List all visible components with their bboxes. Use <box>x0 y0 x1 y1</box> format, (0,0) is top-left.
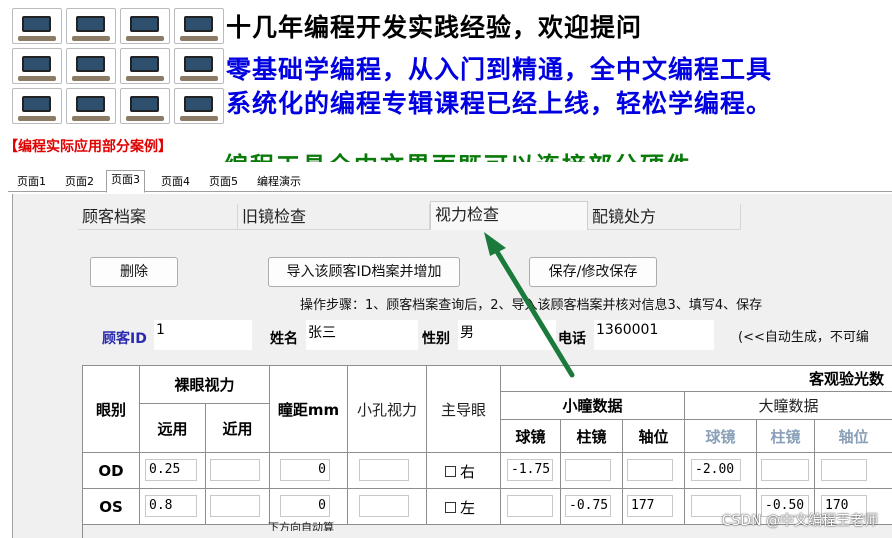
header-small-sph: 球镜 <box>501 420 561 453</box>
od-far-input[interactable]: 0.25 <box>145 459 197 481</box>
case-thumbnail <box>66 88 116 124</box>
phone-field[interactable]: 1360001 <box>594 320 714 350</box>
header-small-cyl: 柱镜 <box>561 420 623 453</box>
header-small-pupil: 小瞳数据 <box>501 392 685 420</box>
tab-demo[interactable]: 编程演示 <box>252 172 306 192</box>
operation-steps: 操作步骤：1、顾客档案查询后，2、导入该顾客档案并核对信息3、填写4、保存 <box>300 298 763 313</box>
watermark: CSDN @中文编程王老师 <box>721 513 878 529</box>
tab-page5[interactable]: 页面5 <box>204 172 243 192</box>
header-objective-refraction: 客观验光数 <box>501 366 892 392</box>
case-thumbnail <box>66 48 116 84</box>
header-small-axis: 轴位 <box>623 420 685 453</box>
case-thumbnail <box>66 8 116 44</box>
od-small-axis-input[interactable] <box>627 459 673 481</box>
gender-field[interactable]: 男 <box>458 320 556 350</box>
case-thumbnail <box>174 88 224 124</box>
od-large-cyl-input[interactable] <box>761 459 809 481</box>
od-large-axis-input[interactable] <box>821 459 867 481</box>
header-pd: 瞳距mm <box>270 366 348 453</box>
customer-id-field[interactable]: 1 <box>154 320 252 350</box>
header-large-cyl: 柱镜 <box>757 420 815 453</box>
header-large-pupil: 大瞳数据 <box>685 392 892 420</box>
case-thumbnail <box>12 88 62 124</box>
case-thumbnail <box>120 8 170 44</box>
green-scroll-text: 编程工具全中文界面既可以连接部分硬件 <box>224 148 824 162</box>
header-near: 近用 <box>206 404 270 453</box>
case-thumbnail <box>174 48 224 84</box>
od-dominant-checkbox[interactable]: 右 <box>445 461 475 482</box>
os-near-input[interactable] <box>210 495 260 517</box>
case-thumbnail <box>174 8 224 44</box>
od-large-sph-input[interactable]: -2.00 <box>691 459 741 481</box>
tab-old-glasses[interactable]: 旧镜检查 <box>238 204 430 230</box>
checkbox-icon <box>445 466 456 477</box>
gender-label: 性别 <box>422 331 450 347</box>
save-button[interactable]: 保存/修改保存 <box>529 257 657 287</box>
tab-prescription[interactable]: 配镜处方 <box>588 204 741 230</box>
case-thumbnails <box>12 8 224 126</box>
os-small-axis-input[interactable]: 177 <box>627 495 673 517</box>
case-thumbnail <box>12 8 62 44</box>
tab-vision-test[interactable]: 视力检查 <box>430 201 588 230</box>
row-os-eye: OS <box>83 489 140 525</box>
row-od-eye: OD <box>83 453 140 489</box>
tab-page2[interactable]: 页面2 <box>60 172 99 192</box>
case-caption: 【编程实际应用部分案例】 <box>4 139 172 155</box>
os-small-cyl-input[interactable]: -0.75 <box>565 495 611 517</box>
name-field[interactable]: 张三 <box>306 320 418 350</box>
header-pinhole: 小孔视力 <box>348 366 427 453</box>
name-label: 姓名 <box>270 331 298 347</box>
tab-customer-file[interactable]: 顾客档案 <box>78 204 238 230</box>
os-dominant-checkbox[interactable]: 左 <box>445 497 475 518</box>
header-large-sph: 球镜 <box>685 420 757 453</box>
import-customer-button[interactable]: 导入该顾客ID档案并增加 <box>268 257 460 287</box>
os-pd-input[interactable]: 0 <box>280 495 330 517</box>
top-cut-line <box>0 0 892 6</box>
header-eye: 眼别 <box>83 366 140 453</box>
header-large-axis: 轴位 <box>815 420 892 453</box>
os-far-input[interactable]: 0.8 <box>145 495 197 517</box>
od-pinhole-input[interactable] <box>359 459 409 481</box>
banner-headline: 十几年编程开发实践经验，欢迎提问 <box>226 13 643 42</box>
header-dominant-eye: 主导眼 <box>427 366 501 453</box>
header-far: 远用 <box>140 404 206 453</box>
od-small-sph-input[interactable]: -1.75 <box>507 459 553 481</box>
od-pd-input[interactable]: 0 <box>280 459 330 481</box>
auto-generate-note: (<<自动生成，不可编 <box>738 330 869 345</box>
case-thumbnail <box>120 88 170 124</box>
od-near-input[interactable] <box>210 459 260 481</box>
tab-page1[interactable]: 页面1 <box>12 172 51 192</box>
pd-auto-note: 下方向自动算 <box>268 521 334 531</box>
banner-subline-2: 系统化的编程专辑课程已经上线，轻松学编程。 <box>226 89 773 118</box>
tab-page4[interactable]: 页面4 <box>156 172 195 192</box>
case-thumbnail <box>120 48 170 84</box>
page-tabbar: 页面1 页面2 页面3 页面4 页面5 编程演示 <box>8 170 892 193</box>
customer-id-label: 顾客ID <box>102 331 147 347</box>
checkbox-icon <box>445 502 456 513</box>
delete-button[interactable]: 删除 <box>90 257 178 287</box>
section-tabs: 顾客档案 旧镜检查 视力检查 配镜处方 <box>78 201 741 230</box>
os-small-sph-input[interactable] <box>507 495 553 517</box>
header-naked-vision: 裸眼视力 <box>140 366 270 404</box>
customer-info-row: 顾客ID 1 姓名 张三 性别 男 电话 1360001 (<<自动生成，不可编 <box>88 316 892 356</box>
phone-label: 电话 <box>558 331 586 347</box>
os-pinhole-input[interactable] <box>359 495 409 517</box>
banner-subline-1: 零基础学编程，从入门到精通，全中文编程工具 <box>226 55 773 84</box>
tab-page3[interactable]: 页面3 <box>106 170 145 193</box>
od-small-cyl-input[interactable] <box>565 459 611 481</box>
case-thumbnail <box>12 48 62 84</box>
